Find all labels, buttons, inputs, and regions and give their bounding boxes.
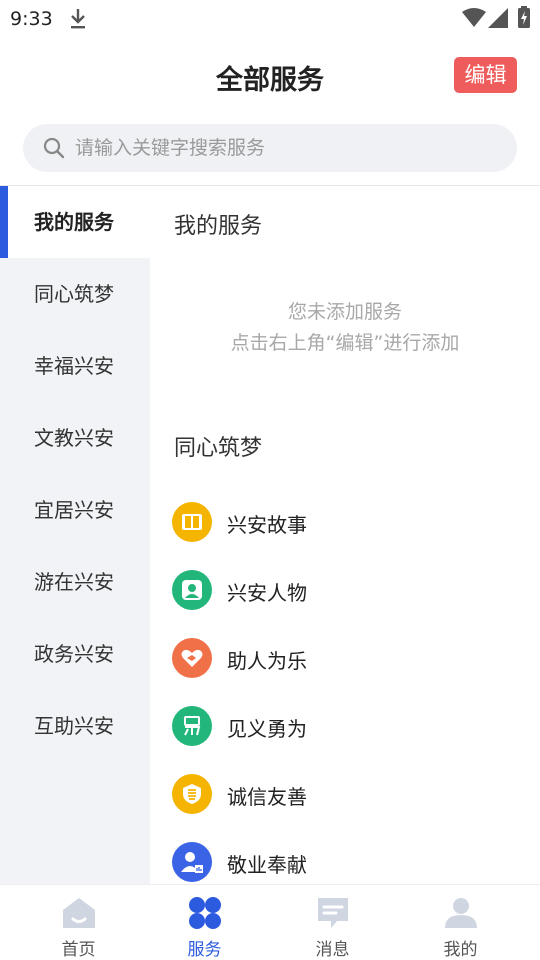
search-icon [43,137,65,159]
battery-icon [518,6,530,28]
section-title-my-services: 我的服务 [174,214,263,239]
service-item-xingan-people[interactable]: 兴安人物 [172,570,512,614]
search-bar[interactable] [23,124,517,172]
sidebar-item-wenjiao[interactable]: 文教兴安 [0,402,150,474]
service-item-brave[interactable]: 见义勇为 [172,706,512,750]
download-icon [71,9,85,29]
status-bar: 9:33 [0,0,540,38]
person-icon [172,570,212,610]
nav-tab-profile[interactable]: 我的 [393,885,528,960]
nav-label: 我的 [443,940,478,960]
sidebar-item-my-services[interactable]: 我的服务 [0,186,150,258]
service-label: 诚信友善 [227,785,307,809]
home-icon [63,898,95,928]
service-item-helping[interactable]: 助人为乐 [172,638,512,682]
message-icon [318,898,348,928]
service-label: 兴安人物 [227,581,307,605]
bottom-navigation: 首页 服务 消息 我的 [0,884,540,960]
service-item-dedication[interactable]: 敬业奉献 [172,842,512,886]
search-input[interactable] [75,124,495,172]
nav-label: 消息 [315,940,350,960]
wifi-icon [462,8,486,27]
heart-hand-icon [172,638,212,678]
category-sidebar: 我的服务 同心筑梦 幸福兴安 文教兴安 宜居兴安 游在兴安 政务兴安 互助兴安 [0,186,150,884]
status-time: 9:33 [10,8,53,30]
nav-tab-home[interactable]: 首页 [11,885,146,960]
sidebar-item-tongxin[interactable]: 同心筑梦 [0,258,150,330]
service-item-xingan-story[interactable]: 兴安故事 [172,502,512,546]
sidebar-item-huzhu[interactable]: 互助兴安 [0,690,150,762]
worker-icon [172,842,212,882]
edit-button[interactable]: 编辑 [454,57,517,93]
brave-icon [172,706,212,746]
empty-state-message: 您未添加服务 [287,301,402,323]
profile-icon [445,898,477,928]
sidebar-item-xingfu[interactable]: 幸福兴安 [0,330,150,402]
service-label: 见义勇为 [227,717,307,741]
integrity-icon [172,774,212,814]
service-label: 敬业奉献 [227,853,307,877]
section-title-tongxin: 同心筑梦 [174,436,263,461]
nav-tab-services[interactable]: 服务 [137,885,272,960]
signal-icon [488,8,508,28]
sidebar-item-zhengwu[interactable]: 政务兴安 [0,618,150,690]
header: 全部服务 编辑 [0,44,540,108]
service-label: 助人为乐 [227,649,307,673]
book-icon [172,502,212,542]
nav-label: 首页 [61,940,96,960]
nav-label: 服务 [187,940,222,960]
services-icon [189,897,221,929]
service-label: 兴安故事 [227,513,307,537]
sidebar-item-youzai[interactable]: 游在兴安 [0,546,150,618]
service-item-integrity[interactable]: 诚信友善 [172,774,512,818]
empty-state-hint: 点击右上角“编辑”进行添加 [230,332,460,354]
nav-tab-messages[interactable]: 消息 [265,885,400,960]
sidebar-item-yiju[interactable]: 宜居兴安 [0,474,150,546]
